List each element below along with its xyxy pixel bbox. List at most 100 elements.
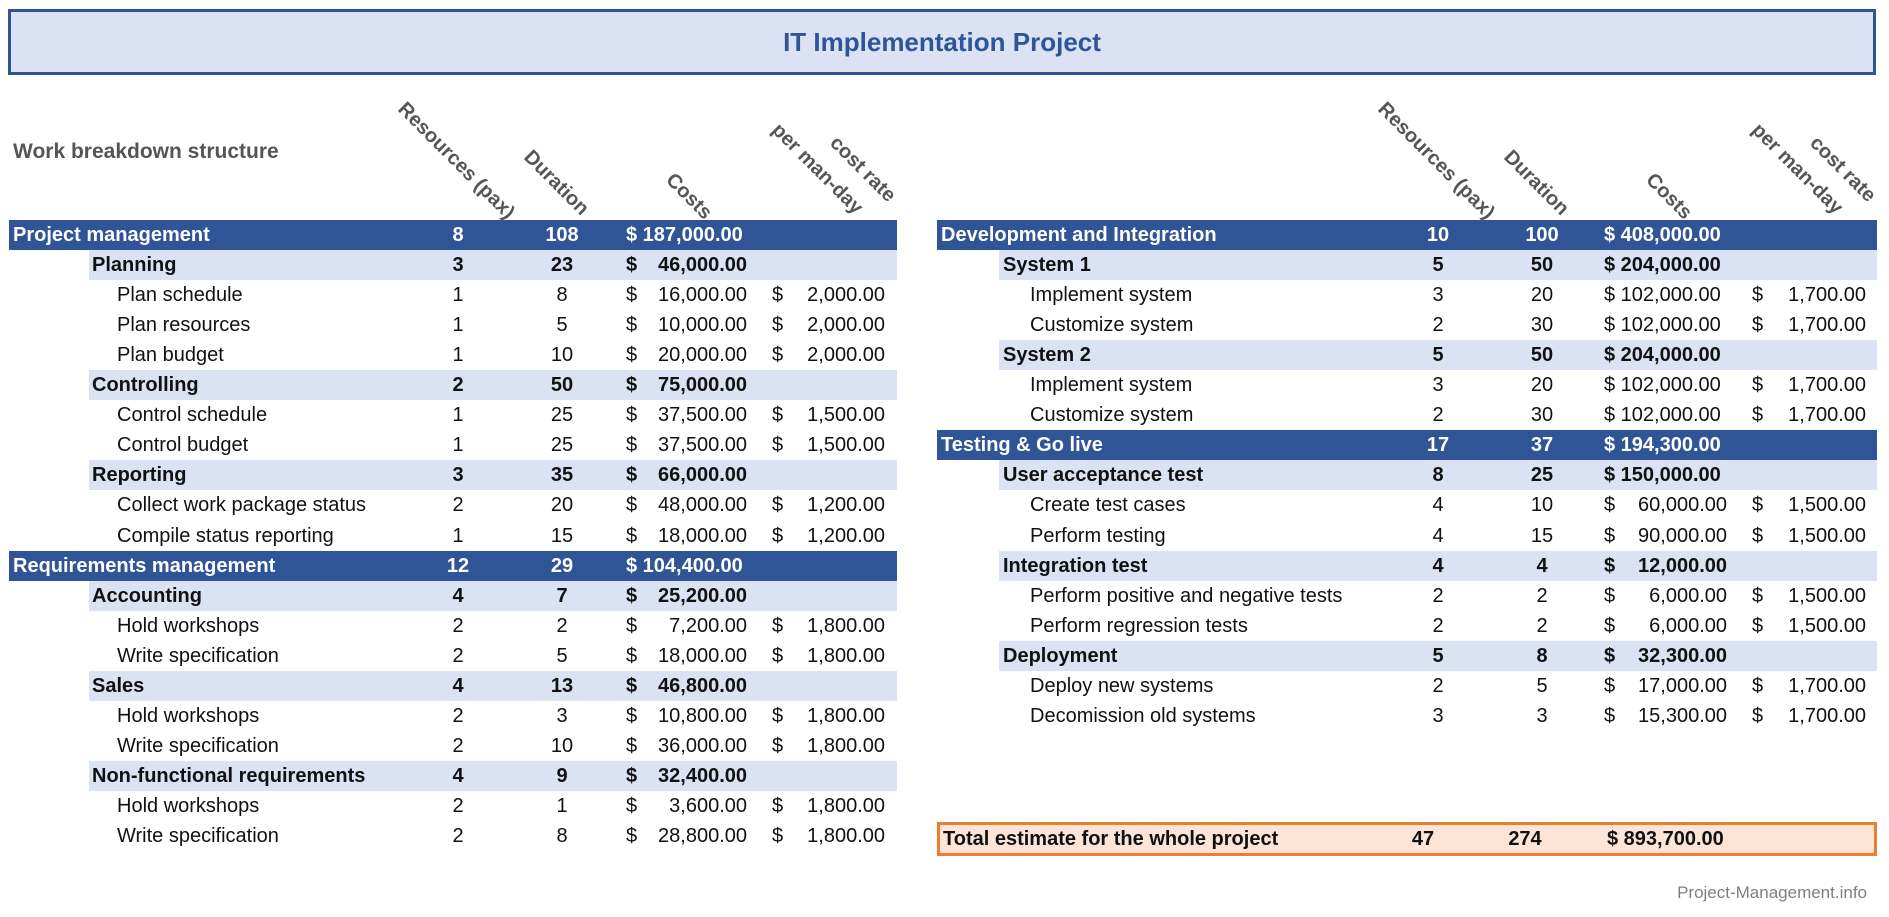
row-duration: 20 [1512, 370, 1572, 400]
row-rate: 1,800.00 [775, 791, 885, 821]
row-costs: $ 408,000.00 [1604, 220, 1721, 250]
table-row: Collect work package status220$48,000.00… [9, 490, 897, 520]
row-costs: 60,000.00 [1607, 490, 1727, 520]
row-rate: 1,500.00 [1756, 521, 1866, 551]
row-resources: 2 [428, 791, 488, 821]
row-duration: 3 [532, 701, 592, 731]
row-label: Collect work package status [117, 490, 366, 520]
row-duration: 8 [532, 821, 592, 851]
row-label: System 2 [1003, 340, 1091, 370]
row-duration: 1 [532, 791, 592, 821]
table-row: Deployment58$32,300.00 [999, 641, 1877, 671]
header-duration-right: Duration [1499, 146, 1573, 220]
row-resources: 2 [428, 611, 488, 641]
table-row: Perform testing415$90,000.00$1,500.00 [937, 521, 1877, 551]
row-resources: 10 [1408, 220, 1468, 250]
title-banner: IT Implementation Project [8, 9, 1876, 75]
row-label: System 1 [1003, 250, 1091, 280]
row-resources: 12 [428, 551, 488, 581]
row-resources: 4 [1408, 490, 1468, 520]
row-costs: 37,500.00 [627, 400, 747, 430]
row-costs: 10,800.00 [627, 701, 747, 731]
row-label: Implement system [1030, 370, 1192, 400]
row-rate: 1,200.00 [775, 521, 885, 551]
page-title: IT Implementation Project [783, 27, 1101, 58]
row-costs: 17,000.00 [1607, 671, 1727, 701]
row-duration: 8 [1512, 641, 1572, 671]
row-resources: 4 [1408, 551, 1468, 581]
row-costs: 66,000.00 [627, 460, 747, 490]
table-row: Control schedule125$37,500.00$1,500.00 [9, 400, 897, 430]
row-duration: 10 [532, 731, 592, 761]
row-label: Reporting [92, 460, 186, 490]
row-rate: 1,700.00 [1756, 701, 1866, 731]
row-costs: $ 102,000.00 [1604, 310, 1721, 340]
row-duration: 9 [532, 761, 592, 791]
row-duration: 13 [532, 671, 592, 701]
row-resources: 2 [1408, 611, 1468, 641]
table-row: Plan resources15$10,000.00$2,000.00 [9, 310, 897, 340]
table-row: Accounting47$25,200.00 [89, 581, 897, 611]
row-label: Requirements management [13, 551, 275, 581]
row-duration: 2 [1512, 611, 1572, 641]
row-label: Hold workshops [117, 701, 259, 731]
table-row: Write specification210$36,000.00$1,800.0… [9, 731, 897, 761]
row-rate: 1,200.00 [775, 490, 885, 520]
row-resources: 3 [428, 250, 488, 280]
row-label: Hold workshops [117, 611, 259, 641]
table-row: System 1550$ 204,000.00 [999, 250, 1877, 280]
row-resources: 3 [1408, 370, 1468, 400]
row-resources: 1 [428, 310, 488, 340]
row-costs: $ 150,000.00 [1604, 460, 1721, 490]
table-row: Implement system320$ 102,000.00$1,700.00 [937, 370, 1877, 400]
table-row: Compile status reporting115$18,000.00$1,… [9, 521, 897, 551]
row-rate: 1,700.00 [1756, 400, 1866, 430]
table-row: Plan budget110$20,000.00$2,000.00 [9, 340, 897, 370]
header-costs-right: Costs [1641, 169, 1697, 225]
row-rate: 1,500.00 [1756, 581, 1866, 611]
row-rate: 1,700.00 [1756, 280, 1866, 310]
row-duration: 2 [1512, 581, 1572, 611]
row-label: Customize system [1030, 310, 1193, 340]
row-costs: 7,200.00 [627, 611, 747, 641]
row-costs: 32,400.00 [627, 761, 747, 791]
row-resources: 1 [428, 521, 488, 551]
row-costs: 18,000.00 [627, 641, 747, 671]
row-duration: 23 [532, 250, 592, 280]
row-label: Deploy new systems [1030, 671, 1213, 701]
row-costs: 12,000.00 [1607, 551, 1727, 581]
row-label: Hold workshops [117, 791, 259, 821]
row-rate: 1,500.00 [1756, 611, 1866, 641]
row-rate: 1,500.00 [1756, 490, 1866, 520]
row-costs: 75,000.00 [627, 370, 747, 400]
table-row: Write specification28$28,800.00$1,800.00 [9, 821, 897, 851]
row-label: Integration test [1003, 551, 1147, 581]
row-label: User acceptance test [1003, 460, 1203, 490]
row-duration: 7 [532, 581, 592, 611]
row-duration: 5 [532, 310, 592, 340]
row-duration: 30 [1512, 310, 1572, 340]
row-label: Control budget [117, 430, 248, 460]
row-label: Project management [13, 220, 210, 250]
row-costs: $ 187,000.00 [626, 220, 743, 250]
table-row: Hold workshops21$3,600.00$1,800.00 [9, 791, 897, 821]
row-resources: 8 [428, 220, 488, 250]
row-label: Accounting [92, 581, 202, 611]
row-label: Perform regression tests [1030, 611, 1248, 641]
row-rate: 1,700.00 [1756, 310, 1866, 340]
row-costs: 6,000.00 [1607, 581, 1727, 611]
row-resources: 2 [428, 701, 488, 731]
row-costs: $ 104,400.00 [626, 551, 743, 581]
row-costs: 6,000.00 [1607, 611, 1727, 641]
table-row: Hold workshops22$7,200.00$1,800.00 [9, 611, 897, 641]
table-row: Non-functional requirements49$32,400.00 [89, 761, 897, 791]
row-costs: 37,500.00 [627, 430, 747, 460]
row-label: Deployment [1003, 641, 1117, 671]
table-row: Customize system230$ 102,000.00$1,700.00 [937, 400, 1877, 430]
row-label: Testing & Go live [941, 430, 1103, 460]
row-resources: 5 [1408, 250, 1468, 280]
table-row: Reporting335$66,000.00 [89, 460, 897, 490]
row-duration: 50 [532, 370, 592, 400]
row-resources: 2 [1408, 400, 1468, 430]
row-duration: 50 [1512, 340, 1572, 370]
